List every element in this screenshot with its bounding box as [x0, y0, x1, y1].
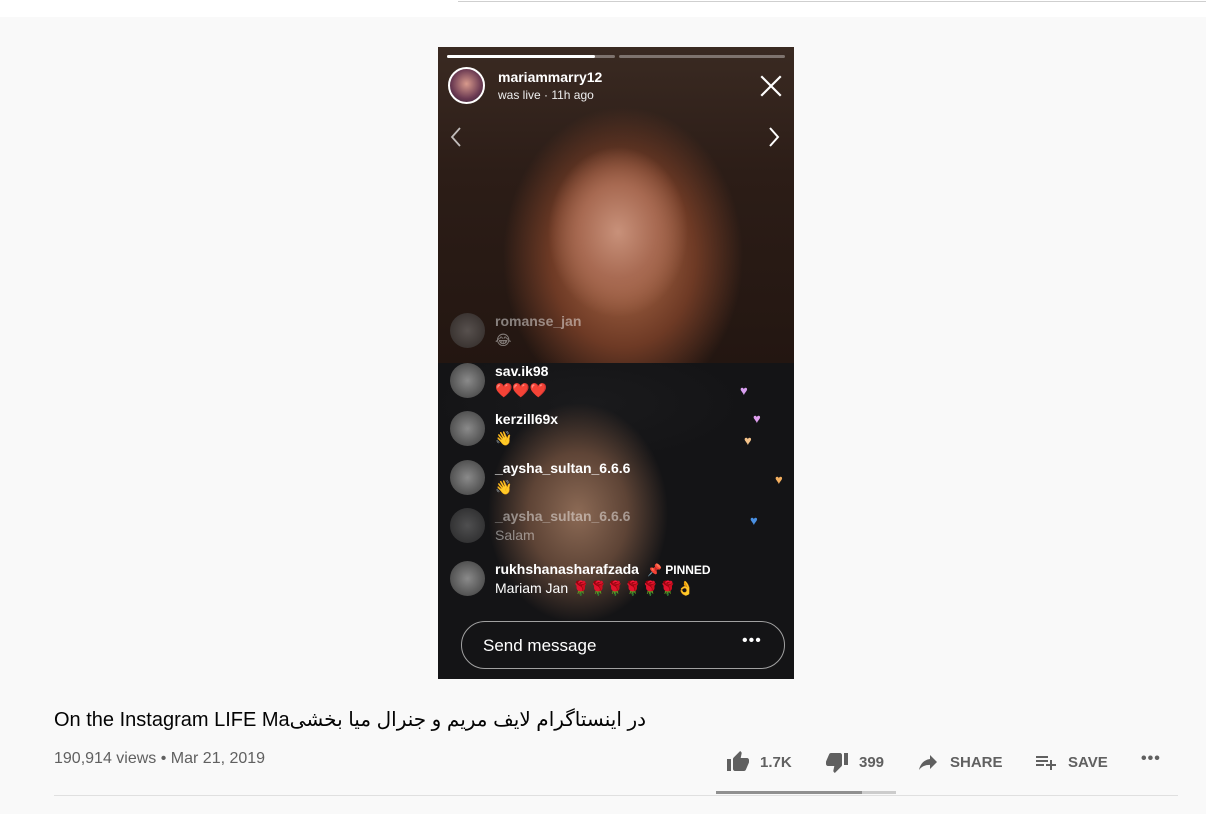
video-player[interactable]: mariammarry12 was live · 11h ago romanse… — [438, 47, 794, 679]
top-bar — [0, 0, 1206, 17]
host-video-frame — [438, 47, 794, 363]
search-box-edge[interactable] — [458, 0, 1206, 2]
comment-text: 👋 — [495, 430, 513, 446]
commenter-avatar — [450, 460, 485, 495]
video-meta: 190,914 views • Mar 21, 2019 — [54, 750, 266, 767]
save-label: SAVE — [1068, 753, 1108, 771]
comment-text: Salam — [495, 527, 535, 543]
like-count: 1.7K — [760, 753, 792, 771]
heart-icon: ♥ — [750, 513, 758, 528]
share-button[interactable]: SHARE — [916, 750, 1003, 774]
video-title: On the Instagram LIFE Maدر اینستاگرام لا… — [54, 709, 647, 731]
dislike-count: 399 — [859, 753, 885, 771]
more-actions-button[interactable]: ••• — [1141, 750, 1161, 768]
commenter-avatar — [450, 561, 485, 596]
comment-text: 👋 — [495, 479, 513, 495]
heart-icon: ♥ — [753, 411, 761, 426]
story-progress-1 — [447, 55, 615, 58]
send-message-input[interactable]: Send message ••• — [461, 621, 785, 669]
commenter-username: kerzill69x — [495, 411, 559, 427]
view-count: 190,914 views — [54, 750, 157, 767]
save-button[interactable]: SAVE — [1034, 750, 1108, 774]
commenter-username: _aysha_sultan_6.6.6 — [495, 508, 631, 524]
more-actions-icon: ••• — [1141, 750, 1161, 767]
heart-icon: ♥ — [744, 433, 752, 448]
comment-text: Mariam Jan 🌹🌹🌹🌹🌹🌹👌 — [495, 580, 695, 596]
commenter-avatar — [450, 313, 485, 348]
playlist-add-icon — [1036, 756, 1056, 770]
dislike-button[interactable]: 399 — [825, 750, 884, 774]
commenter-avatar — [450, 508, 485, 543]
divider — [54, 795, 1178, 796]
host-avatar[interactable] — [448, 67, 485, 104]
thumbs-down-icon — [826, 753, 848, 773]
pin-icon: 📌 — [646, 563, 662, 577]
commenter-username: rukhshanasharafzada 📌 PINNED — [495, 561, 711, 577]
commenter-username: _aysha_sultan_6.6.6 — [495, 460, 631, 476]
comment-text: 😂 — [495, 332, 512, 348]
heart-icon: ♥ — [775, 472, 783, 487]
chevron-right-icon[interactable] — [766, 125, 782, 149]
upload-date: Mar 21, 2019 — [170, 750, 266, 767]
like-button[interactable]: 1.7K — [726, 750, 792, 774]
commenter-username: romanse_jan — [495, 313, 582, 329]
comment-text: ❤️❤️❤️ — [495, 382, 548, 398]
heart-icon: ♥ — [740, 383, 748, 398]
chevron-left-icon[interactable] — [448, 125, 464, 149]
like-dislike-bar — [716, 791, 896, 794]
commenter-avatar — [450, 363, 485, 398]
commenter-avatar — [450, 411, 485, 446]
host-username[interactable]: mariammarry12 — [498, 69, 602, 85]
send-message-placeholder: Send message — [483, 636, 597, 655]
pinned-tag: PINNED — [665, 563, 711, 577]
like-ratio-fill — [716, 791, 862, 794]
story-progress-2 — [619, 55, 785, 58]
thumbs-up-icon — [727, 751, 749, 771]
close-icon[interactable] — [758, 73, 784, 99]
host-status: was live · 11h ago — [498, 88, 594, 102]
commenter-username: sav.ik98 — [495, 363, 549, 379]
share-label: SHARE — [950, 753, 1003, 771]
share-icon — [919, 755, 937, 770]
more-options-icon[interactable]: ••• — [742, 632, 762, 650]
pinned-username: rukhshanasharafzada — [495, 561, 639, 577]
